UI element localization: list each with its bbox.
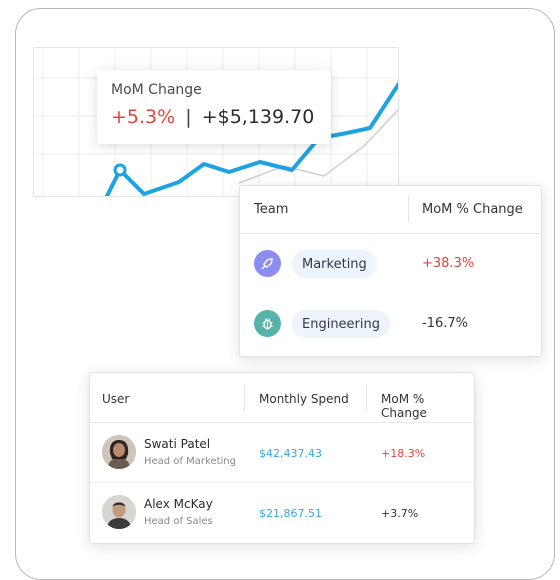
highlight-point[interactable] [113,163,127,177]
avatar [102,435,136,469]
avatar [102,495,136,529]
tooltip-title: MoM Change [111,82,202,98]
team-table-header: Team MoM % Change [240,186,541,234]
bug-icon [254,310,281,337]
change-column-header[interactable]: MoM % Change [422,202,523,217]
team-row-engineering[interactable]: Engineering -16.7% [240,294,541,354]
user-change-value: +3.7% [381,507,419,520]
change-column-header[interactable]: MoM % Change [381,392,474,420]
tooltip-separator: | [185,106,192,128]
mom-change-tooltip: MoM Change +5.3% | +$5,139.70 [97,70,331,144]
monthly-spend-value[interactable]: $42,437.43 [259,447,322,460]
monthly-spend-value[interactable]: $21,867.51 [259,507,322,520]
team-name-badge: Marketing [292,250,377,278]
user-column-header[interactable]: User [102,392,129,406]
user-title: Head of Sales [144,516,213,527]
user-name: Alex McKay [144,497,213,511]
user-title: Head of Marketing [144,456,236,467]
user-row-alex-mckay[interactable]: Alex McKay Head of Sales $21,867.51 +3.7… [90,483,474,543]
user-table-card: User Monthly Spend MoM % Change Swati Pa… [89,372,475,544]
tooltip-amount: +$5,139.70 [201,106,315,128]
team-name-badge: Engineering [292,310,390,338]
column-divider [408,196,409,222]
team-table-card: Team MoM % Change Marketing +38.3% Engin… [239,185,542,357]
tooltip-values: +5.3% | +$5,139.70 [111,106,317,128]
team-change-value: +38.3% [422,256,475,271]
user-change-value: +18.3% [381,447,426,460]
column-divider [244,385,245,411]
user-table-header: User Monthly Spend MoM % Change [90,373,474,423]
user-row-swati-patel[interactable]: Swati Patel Head of Marketing $42,437.43… [90,423,474,483]
spend-column-header[interactable]: Monthly Spend [259,392,349,406]
user-name: Swati Patel [144,437,211,451]
rocket-icon [254,250,281,277]
team-change-value: -16.7% [422,316,468,331]
column-divider [366,385,367,411]
team-column-header[interactable]: Team [254,202,288,217]
tooltip-percent: +5.3% [111,106,176,128]
team-row-marketing[interactable]: Marketing +38.3% [240,234,541,294]
